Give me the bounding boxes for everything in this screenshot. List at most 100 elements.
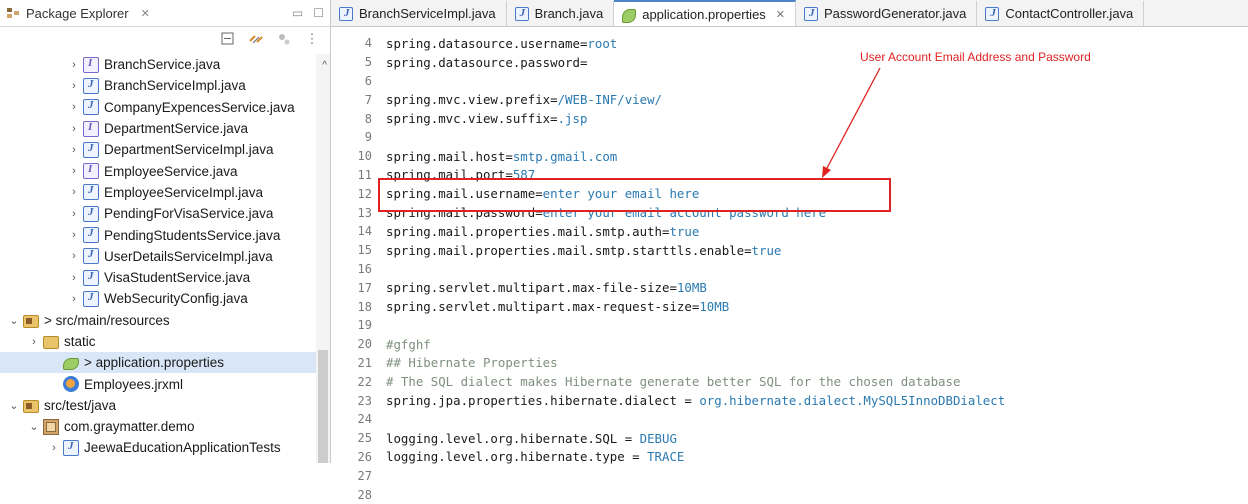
property-value: /WEB-INF/view/ bbox=[557, 92, 663, 108]
interface-icon bbox=[83, 163, 99, 180]
view-menu-icon[interactable]: ⋮ bbox=[304, 31, 320, 47]
line-number: 8 bbox=[364, 111, 372, 126]
code-comment: # The SQL dialect makes Hibernate genera… bbox=[386, 374, 961, 390]
chevron-right-icon[interactable]: › bbox=[68, 80, 80, 92]
close-icon[interactable]: ✕ bbox=[141, 7, 150, 20]
properties-code[interactable]: 4 spring.datasource.username= root 5 spring.… bbox=[331, 34, 1248, 504]
editor-tab[interactable]: BranchServiceImpl.java bbox=[331, 1, 507, 26]
tree-item[interactable]: ⌄ com.graymatter.demo bbox=[0, 416, 316, 437]
tree-item[interactable]: > application.properties bbox=[0, 352, 316, 374]
scroll-up-icon[interactable]: ^ bbox=[322, 60, 327, 71]
tree-item[interactable]: › EmployeeServiceImpl.java bbox=[0, 182, 316, 203]
tree-item[interactable]: › BranchService.java bbox=[0, 54, 316, 75]
scrollbar-thumb[interactable] bbox=[318, 350, 328, 463]
package-explorer-tab[interactable]: Package Explorer ✕ bbox=[6, 6, 150, 21]
tree-item[interactable]: › DepartmentServiceImpl.java bbox=[0, 139, 316, 160]
code-line: 7 spring.mvc.view.prefix=/WEB-INF/view/ bbox=[331, 90, 1248, 109]
chevron-right-icon[interactable]: › bbox=[68, 272, 80, 284]
line-number: 15 bbox=[357, 243, 372, 258]
tree-item[interactable]: › PendingForVisaService.java bbox=[0, 203, 316, 224]
chevron-down-icon[interactable]: ⌄ bbox=[28, 420, 40, 433]
line-number: 5 bbox=[364, 55, 372, 70]
chevron-right-icon[interactable]: › bbox=[48, 442, 60, 454]
code-comment: #gfghf bbox=[386, 336, 431, 352]
tree-item[interactable]: › JeewaEducationApplicationTests bbox=[0, 437, 316, 458]
class-icon bbox=[804, 6, 819, 21]
tree-item[interactable]: › static bbox=[0, 331, 316, 352]
code-line: 20 #gfghf bbox=[331, 335, 1248, 354]
properties-file-icon bbox=[622, 8, 637, 23]
chevron-right-icon[interactable]: › bbox=[28, 336, 40, 348]
tree-item[interactable]: ⌄ src/test/java bbox=[0, 395, 316, 416]
tree-item[interactable]: › CompanyExpencesService.java bbox=[0, 97, 316, 118]
tree-item[interactable]: › EmployeeService.java bbox=[0, 160, 316, 181]
chevron-right-icon[interactable]: › bbox=[68, 144, 80, 156]
editor-tab[interactable]: ContactController.java bbox=[977, 1, 1145, 26]
chevron-right-icon[interactable]: › bbox=[68, 59, 80, 71]
line-number: 19 bbox=[357, 318, 372, 333]
property-value: .jsp bbox=[557, 111, 588, 127]
tree-item-label: VisaStudentService.java bbox=[104, 270, 251, 286]
focus-on-active-task-icon[interactable] bbox=[276, 31, 292, 47]
tree-item-label: Employees.jrxml bbox=[84, 376, 184, 392]
chevron-right-icon[interactable]: › bbox=[68, 186, 80, 198]
property-value: root bbox=[587, 35, 618, 51]
class-icon bbox=[83, 99, 99, 116]
code-line: 19 bbox=[331, 316, 1248, 335]
chevron-right-icon[interactable]: › bbox=[68, 293, 80, 305]
editor-tab-label: ContactController.java bbox=[1005, 6, 1134, 21]
close-tab-icon[interactable]: ✕ bbox=[776, 8, 785, 21]
chevron-right-icon[interactable]: › bbox=[68, 229, 80, 241]
credentials-highlight-box bbox=[378, 178, 891, 212]
class-icon bbox=[83, 290, 99, 307]
class-icon bbox=[514, 6, 529, 21]
code-line: 14 spring.mail.properties.mail.smtp.auth=… bbox=[331, 222, 1248, 241]
editor-tab[interactable]: application.properties ✕ bbox=[614, 0, 797, 26]
collapse-all-icon[interactable] bbox=[220, 31, 236, 47]
tree-item[interactable]: › PendingStudentsService.java bbox=[0, 224, 316, 245]
interface-icon bbox=[83, 120, 99, 137]
chevron-right-icon[interactable]: › bbox=[68, 101, 80, 113]
editor-tab[interactable]: PasswordGenerator.java bbox=[796, 1, 978, 26]
tree-item[interactable]: Employees.jrxml bbox=[0, 373, 316, 394]
chevron-right-icon[interactable]: › bbox=[68, 165, 80, 177]
property-key: logging.level.org.hibernate.SQL = bbox=[386, 430, 640, 446]
package-explorer-header: Package Explorer ✕ ▭ ☐ bbox=[0, 0, 330, 27]
property-key: spring.mail.host= bbox=[386, 148, 513, 164]
editor-area: BranchServiceImpl.java Branch.java applica… bbox=[331, 0, 1248, 502]
minimize-icon[interactable]: ▭ bbox=[292, 6, 303, 20]
tree-item[interactable]: › VisaStudentService.java bbox=[0, 267, 316, 288]
editor-tab[interactable]: Branch.java bbox=[506, 1, 615, 26]
maximize-icon[interactable]: ☐ bbox=[313, 6, 324, 20]
code-line: 22 # The SQL dialect makes Hibernate gene… bbox=[331, 372, 1248, 391]
editor-tab-label: BranchServiceImpl.java bbox=[359, 6, 496, 21]
line-number: 14 bbox=[357, 224, 372, 239]
chevron-right-icon[interactable]: › bbox=[68, 250, 80, 262]
chevron-down-icon[interactable]: ⌄ bbox=[8, 314, 20, 327]
class-icon bbox=[83, 184, 99, 201]
link-with-editor-icon[interactable] bbox=[248, 31, 264, 47]
tree-item[interactable]: › UserDetailsServiceImpl.java bbox=[0, 246, 316, 267]
chevron-right-icon[interactable]: › bbox=[68, 123, 80, 135]
code-line: 27 bbox=[331, 466, 1248, 485]
code-line: 4 spring.datasource.username= root bbox=[331, 34, 1248, 53]
property-key: spring.mvc.view.prefix= bbox=[386, 92, 558, 108]
tree-item[interactable]: › WebSecurityConfig.java bbox=[0, 288, 316, 309]
property-value: true bbox=[751, 242, 782, 258]
line-number: 7 bbox=[364, 92, 372, 107]
line-number: 23 bbox=[357, 393, 372, 408]
property-value: TRACE bbox=[647, 449, 685, 465]
property-value: smtp.gmail.com bbox=[512, 148, 618, 164]
tree-item-label: > application.properties bbox=[84, 355, 224, 371]
tree-item[interactable]: › BranchServiceImpl.java bbox=[0, 75, 316, 96]
editor-tab-label: PasswordGenerator.java bbox=[824, 6, 967, 21]
chevron-down-icon[interactable]: ⌄ bbox=[8, 399, 20, 412]
property-value: org.hibernate.dialect.MySQL5InnoDBDialec… bbox=[699, 393, 1006, 409]
line-number: 20 bbox=[357, 337, 372, 352]
chevron-right-icon[interactable]: › bbox=[68, 208, 80, 220]
code-line: 8 spring.mvc.view.suffix= .jsp bbox=[331, 109, 1248, 128]
tree-item[interactable]: › DepartmentService.java bbox=[0, 118, 316, 139]
code-line: 16 bbox=[331, 260, 1248, 279]
tree-item[interactable]: ⌄ > src/main/resources bbox=[0, 310, 316, 331]
annotation-label: User Account Email Address and Password bbox=[860, 50, 1091, 64]
